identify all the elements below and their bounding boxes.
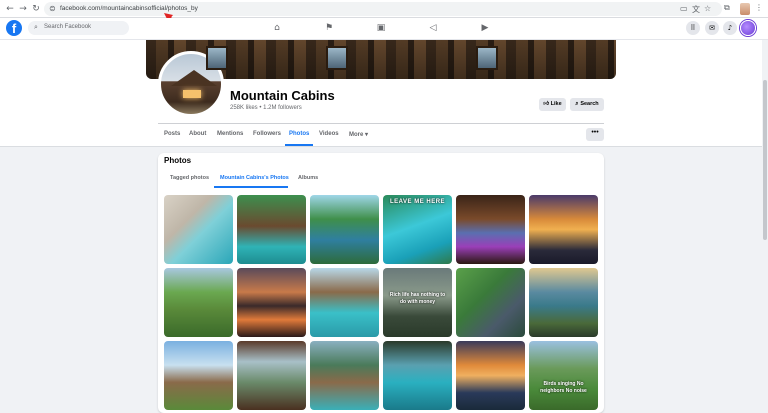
facebook-logo-icon[interactable]: f: [6, 20, 22, 36]
browser-toolbar: ← → ↻ ⊜ facebook.com/mountaincabinsoffic…: [0, 0, 768, 18]
photo-caption: Rich life has nothing to do with money: [389, 292, 446, 305]
search-facebook-input[interactable]: ⌕ Search Facebook: [28, 21, 129, 35]
page-title: Mountain Cabins: [230, 88, 335, 103]
menu-grid-icon[interactable]: ⠿: [686, 21, 700, 35]
photo-thumbnail[interactable]: [310, 341, 379, 410]
tab-tagged-photos[interactable]: Tagged photos: [170, 175, 209, 181]
photo-thumbnail[interactable]: [456, 341, 525, 410]
photo-thumbnail[interactable]: [456, 268, 525, 337]
active-subtab-indicator: [214, 186, 288, 188]
cabin-lights: [183, 90, 201, 98]
photo-thumbnail[interactable]: [164, 195, 233, 264]
cover-window: [476, 46, 498, 70]
back-icon[interactable]: ←: [4, 3, 16, 15]
like-label: Like: [550, 101, 562, 107]
video-icon[interactable]: ▶: [478, 21, 492, 35]
photo-thumbnail[interactable]: [383, 341, 452, 410]
tab-about[interactable]: About: [189, 131, 206, 137]
photo-thumbnail[interactable]: [529, 268, 598, 337]
photos-heading: Photos: [164, 156, 192, 165]
photos-section: Photos Tagged photos Mountain Cabins's P…: [158, 153, 604, 413]
marketplace-icon[interactable]: ▣: [374, 21, 388, 35]
photo-thumbnail[interactable]: [529, 195, 598, 264]
photo-thumbnail[interactable]: [237, 268, 306, 337]
scrollbar-thumb[interactable]: [763, 80, 767, 240]
thumbs-up-icon: 👍︎: [543, 101, 551, 107]
notifications-bell-icon[interactable]: ♪: [723, 21, 737, 35]
photo-thumbnail[interactable]: [456, 195, 525, 264]
facebook-top-nav: f ⌕ Search Facebook ⌂ ⚑ ▣ ◁ ▶ ⠿ ✉ ♪: [0, 18, 768, 40]
photo-thumbnail[interactable]: LEAVE ME HERE: [383, 195, 452, 264]
photo-thumbnail[interactable]: [164, 268, 233, 337]
photo-thumbnail[interactable]: [310, 195, 379, 264]
bookmark-star-icon[interactable]: ☆: [704, 4, 711, 13]
messenger-icon[interactable]: ✉: [705, 21, 719, 35]
cover-window: [206, 46, 228, 70]
tab-page-photos[interactable]: Mountain Cabins's Photos: [220, 175, 289, 181]
more-options-button[interactable]: •••: [586, 128, 604, 141]
tab-photos[interactable]: Photos: [289, 131, 309, 137]
photo-thumbnail[interactable]: Rich life has nothing to do with money: [383, 268, 452, 337]
cast-icon[interactable]: ▭: [680, 4, 688, 13]
site-info-icon[interactable]: ⊜: [49, 4, 56, 13]
browser-menu-icon[interactable]: ⋮: [755, 3, 763, 12]
tab-videos[interactable]: Videos: [319, 131, 339, 137]
search-icon: ⌕: [34, 23, 38, 31]
page-stats[interactable]: 258K likes • 1.2M followers: [230, 105, 302, 111]
search-label: Search: [580, 101, 599, 107]
photo-thumbnail[interactable]: [237, 341, 306, 410]
cabin-roof: [171, 70, 217, 86]
address-bar[interactable]: ⊜ facebook.com/mountaincabinsofficial/ph…: [44, 2, 722, 16]
tab-mentions[interactable]: Mentions: [217, 131, 243, 137]
tab-albums[interactable]: Albums: [298, 175, 318, 181]
account-avatar[interactable]: [740, 20, 756, 36]
ads-megaphone-icon[interactable]: ◁: [426, 21, 440, 35]
cover-window: [326, 46, 348, 70]
photo-thumbnail[interactable]: [237, 195, 306, 264]
tab-followers[interactable]: Followers: [253, 131, 281, 137]
page-header: Mountain Cabins 258K likes • 1.2M follow…: [0, 40, 768, 147]
tab-more[interactable]: More ▾: [349, 131, 368, 138]
photo-caption: Birds singing No neighbors No noise: [540, 381, 587, 394]
photo-thumbnail[interactable]: [164, 341, 233, 410]
extensions-icon[interactable]: ⧉: [724, 3, 730, 13]
forward-icon[interactable]: →: [17, 3, 29, 15]
home-icon[interactable]: ⌂: [270, 21, 284, 35]
photo-caption: LEAVE ME HERE: [389, 199, 446, 205]
reload-icon[interactable]: ↻: [30, 3, 42, 15]
pages-flag-icon[interactable]: ⚑: [322, 21, 336, 35]
active-tab-indicator: [285, 144, 313, 146]
page-search-button[interactable]: ⌕ Search: [570, 98, 604, 111]
search-placeholder: Search Facebook: [44, 24, 92, 30]
like-button[interactable]: 👍︎ Like: [539, 98, 566, 111]
photo-thumbnail[interactable]: [310, 268, 379, 337]
photo-thumbnail[interactable]: Birds singing No neighbors No noise: [529, 341, 598, 410]
browser-profile-avatar[interactable]: [740, 3, 750, 15]
tab-posts[interactable]: Posts: [164, 131, 180, 137]
header-divider: [158, 123, 604, 124]
translate-icon[interactable]: 文: [692, 4, 700, 15]
